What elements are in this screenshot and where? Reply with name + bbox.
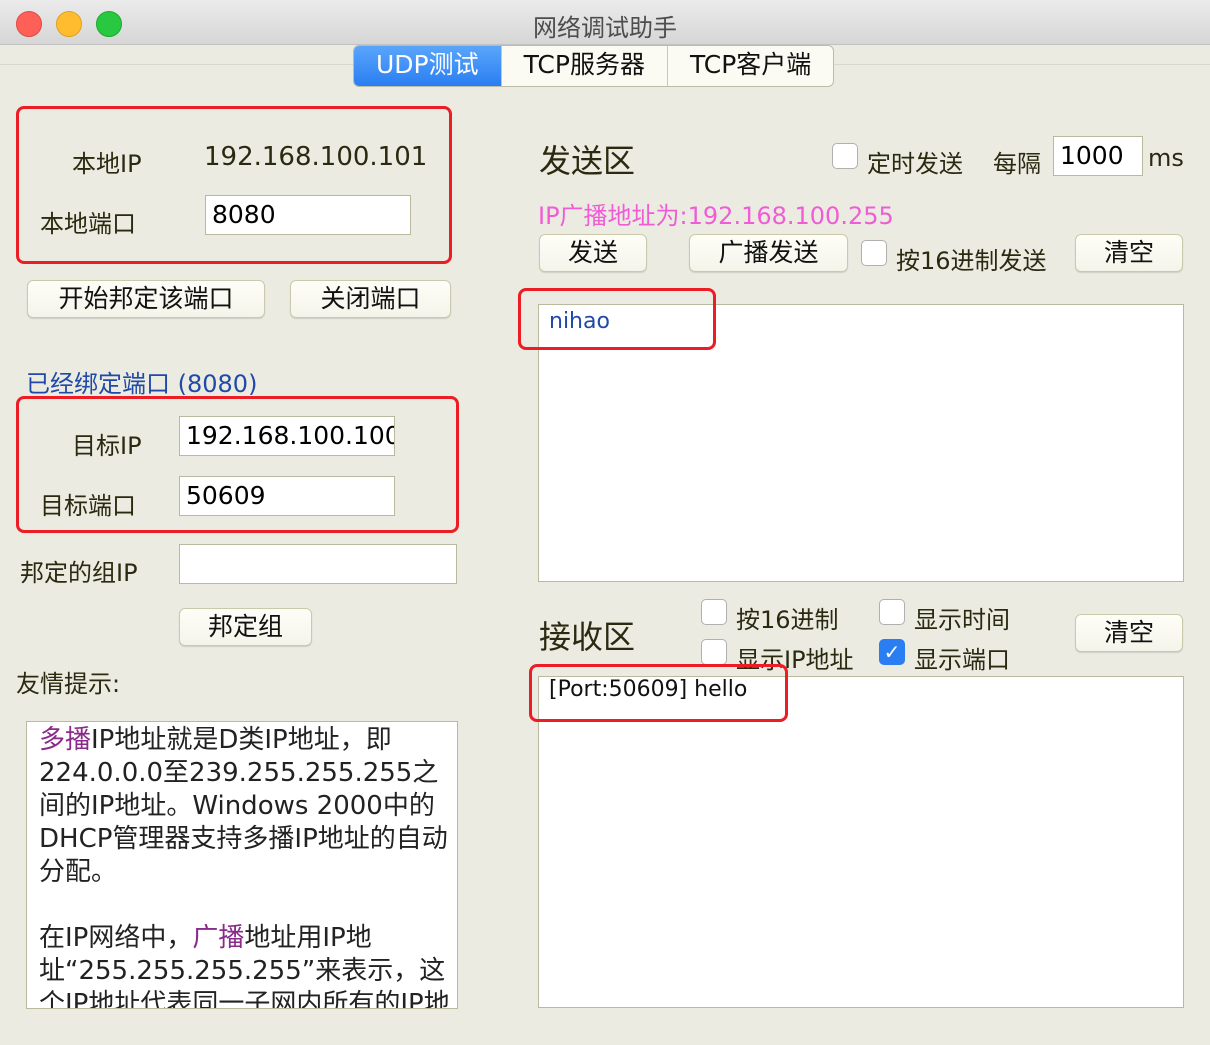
tip-highlight-multicast: 多播 (39, 725, 92, 755)
target-port-input[interactable]: 50609 (179, 476, 395, 516)
local-port-label: 本地端口 (40, 210, 136, 238)
tips-paragraph-multicast: 多播IP地址就是D类IP地址，即224.0.0.0至239.255.255.25… (39, 724, 457, 889)
group-ip-input[interactable] (179, 544, 457, 584)
interval-unit: ms (1148, 144, 1184, 172)
checkmark-icon: ✓ (883, 640, 901, 664)
tip-text-multicast: IP地址就是D类IP地址，即224.0.0.0至239.255.255.255之… (39, 725, 448, 887)
timer-send-label: 定时发送 (867, 150, 963, 178)
broadcast-address-info: IP广播地址为:192.168.100.255 (538, 202, 894, 230)
local-ip-label: 本地IP (72, 150, 142, 178)
receive-clear-button[interactable]: 清空 (1075, 614, 1183, 652)
bound-port-status: 已经绑定端口 (8080) (26, 370, 258, 398)
send-area-title: 发送区 (539, 142, 636, 180)
timer-send-checkbox[interactable] (832, 143, 858, 169)
show-ip-label: 显示IP地址 (736, 646, 854, 674)
tip-highlight-broadcast: 广播 (192, 923, 245, 953)
show-time-label: 显示时间 (914, 606, 1010, 634)
hex-receive-checkbox[interactable] (701, 599, 727, 625)
tab-udp[interactable]: UDP测试 (354, 46, 501, 86)
show-port-checkbox[interactable]: ✓ (879, 639, 905, 665)
local-port-input[interactable]: 8080 (205, 195, 411, 235)
hex-send-checkbox[interactable] (861, 240, 887, 266)
show-port-label: 显示端口 (914, 646, 1010, 674)
receive-area-title: 接收区 (539, 618, 636, 656)
close-port-button[interactable]: 关闭端口 (290, 280, 451, 318)
tip-text-broadcast-1: 在IP网络中， (39, 923, 193, 953)
bind-port-button[interactable]: 开始邦定该端口 (27, 280, 265, 318)
tab-tcp-server[interactable]: TCP服务器 (500, 46, 667, 86)
tips-paragraph-broadcast: 在IP网络中，广播地址用IP地址“255.255.255.255”来表示，这个I… (39, 922, 457, 1008)
target-ip-label: 目标IP (72, 432, 142, 460)
receive-content: [Port:50609] hello (549, 677, 748, 702)
app-window: 网络调试助手 UDP测试 TCP服务器 TCP客户端 本地IP 192.168.… (0, 0, 1210, 1045)
send-button[interactable]: 发送 (539, 234, 647, 272)
send-clear-button[interactable]: 清空 (1075, 234, 1183, 272)
group-ip-label: 邦定的组IP (20, 559, 138, 587)
tab-bar: UDP测试 TCP服务器 TCP客户端 (353, 45, 835, 87)
show-time-checkbox[interactable] (879, 599, 905, 625)
target-port-label: 目标端口 (40, 492, 136, 520)
interval-label: 每隔 (993, 150, 1041, 178)
bind-group-button[interactable]: 邦定组 (179, 608, 312, 646)
hex-send-label: 按16进制发送 (896, 247, 1047, 275)
tips-textbox[interactable]: 多播IP地址就是D类IP地址，即224.0.0.0至239.255.255.25… (26, 721, 458, 1009)
broadcast-send-button[interactable]: 广播发送 (689, 234, 848, 272)
window-title: 网络调试助手 (533, 14, 677, 42)
title-bar: 网络调试助手 (0, 0, 1210, 45)
tips-label: 友情提示: (16, 670, 121, 698)
target-ip-input[interactable]: 192.168.100.100 (179, 416, 395, 456)
send-content: nihao (549, 309, 610, 334)
local-ip-value: 192.168.100.101 (204, 142, 428, 172)
send-textarea[interactable]: nihao (538, 304, 1184, 582)
receive-textarea[interactable]: [Port:50609] hello (538, 676, 1184, 1008)
show-ip-checkbox[interactable] (701, 639, 727, 665)
interval-input[interactable]: 1000 (1053, 136, 1143, 176)
hex-receive-label: 按16进制 (736, 606, 839, 634)
tab-tcp-client[interactable]: TCP客户端 (666, 46, 833, 86)
